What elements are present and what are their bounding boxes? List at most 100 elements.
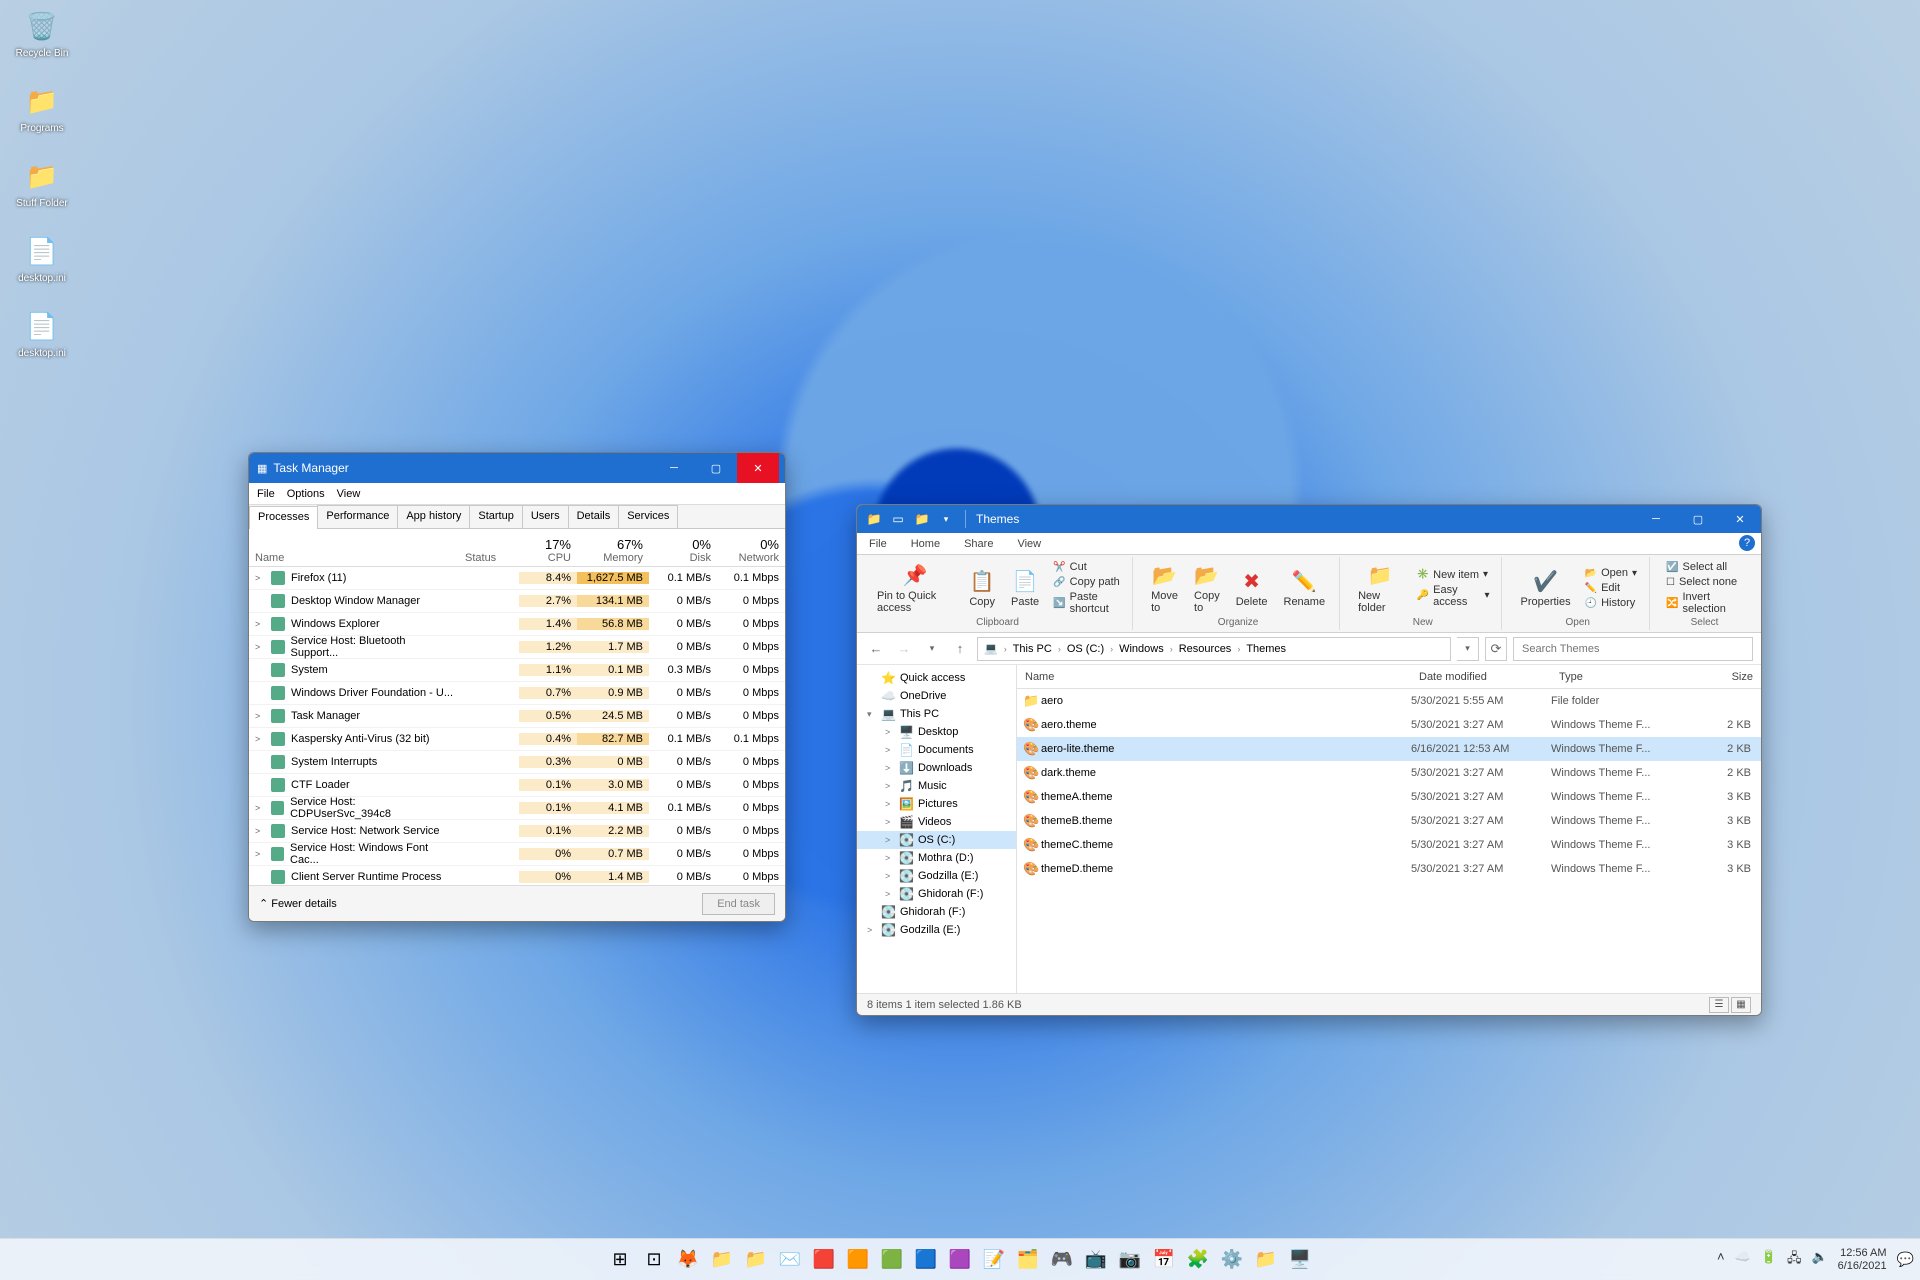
tray-icon-2[interactable]: 🔋	[1761, 1249, 1777, 1271]
taskbar-app-7[interactable]: 🟧	[843, 1245, 873, 1275]
cut-button[interactable]: ✂️ Cut	[1049, 560, 1124, 574]
taskbar-app-15[interactable]: 📷	[1115, 1245, 1145, 1275]
file-row[interactable]: 🎨 themeB.theme 5/30/2021 3:27 AM Windows…	[1017, 809, 1761, 833]
tree-item[interactable]: > 💽 Mothra (D:)	[857, 849, 1016, 867]
copy-path-button[interactable]: 🔗 Copy path	[1049, 575, 1124, 589]
file-row[interactable]: 🎨 themeD.theme 5/30/2021 3:27 AM Windows…	[1017, 857, 1761, 881]
nav-recent-dropdown[interactable]: ▾	[921, 638, 943, 660]
process-row[interactable]: Windows Driver Foundation - U... 0.7% 0.…	[249, 682, 785, 705]
tree-expand-icon[interactable]: >	[885, 889, 895, 899]
ribbon-tab-view[interactable]: View	[1005, 534, 1053, 554]
minimize-button[interactable]: ─	[1635, 504, 1677, 534]
process-row[interactable]: Client Server Runtime Process 0% 1.4 MB …	[249, 866, 785, 885]
tree-item[interactable]: > 💽 Ghidorah (F:)	[857, 885, 1016, 903]
process-row[interactable]: > Windows Explorer 1.4% 56.8 MB 0 MB/s 0…	[249, 613, 785, 636]
process-row[interactable]: > Service Host: Network Service 0.1% 2.2…	[249, 820, 785, 843]
tree-expand-icon[interactable]: >	[885, 817, 895, 827]
taskbar-app-20[interactable]: 🖥️	[1285, 1245, 1315, 1275]
select-none-button[interactable]: ☐ Select none	[1662, 575, 1747, 589]
taskbar-app-19[interactable]: 📁	[1251, 1245, 1281, 1275]
tree-item[interactable]: > 🎬 Videos	[857, 813, 1016, 831]
qat-dropdown-icon[interactable]: ▾	[937, 510, 955, 528]
open-button[interactable]: 📂 Open ▾	[1581, 566, 1641, 580]
taskbar-app-16[interactable]: 📅	[1149, 1245, 1179, 1275]
menu-item-file[interactable]: File	[257, 488, 275, 500]
taskbar-app-5[interactable]: ✉️	[775, 1245, 805, 1275]
new-folder-button[interactable]: 📁New folder	[1352, 561, 1409, 616]
close-button[interactable]: ✕	[737, 453, 779, 483]
view-details-button[interactable]: ☰	[1709, 997, 1729, 1013]
tree-item[interactable]: ☁️ OneDrive	[857, 687, 1016, 705]
tree-expand-icon[interactable]: ▾	[867, 709, 877, 720]
taskbar-app-14[interactable]: 📺	[1081, 1245, 1111, 1275]
process-row[interactable]: CTF Loader 0.1% 3.0 MB 0 MB/s 0 Mbps	[249, 774, 785, 797]
menu-item-options[interactable]: Options	[287, 488, 325, 500]
process-row[interactable]: Desktop Window Manager 2.7% 134.1 MB 0 M…	[249, 590, 785, 613]
header-name[interactable]: Name	[1017, 671, 1411, 683]
tray-icon-4[interactable]: 🔈	[1811, 1249, 1827, 1271]
header-size[interactable]: Size	[1681, 671, 1761, 683]
view-icons-button[interactable]: ▦	[1731, 997, 1751, 1013]
taskbar-clock[interactable]: 12:56 AM 6/16/2021	[1838, 1247, 1887, 1272]
tree-expand-icon[interactable]: >	[885, 745, 895, 755]
tree-item[interactable]: > 🎵 Music	[857, 777, 1016, 795]
end-task-button[interactable]: End task	[702, 893, 775, 915]
taskbar-app-6[interactable]: 🟥	[809, 1245, 839, 1275]
taskbar-app-11[interactable]: 📝	[979, 1245, 1009, 1275]
file-row[interactable]: 🎨 themeC.theme 5/30/2021 3:27 AM Windows…	[1017, 833, 1761, 857]
tree-expand-icon[interactable]: >	[885, 799, 895, 809]
ribbon-tab-home[interactable]: Home	[899, 534, 952, 554]
file-row[interactable]: 🎨 dark.theme 5/30/2021 3:27 AM Windows T…	[1017, 761, 1761, 785]
column-status[interactable]: Status	[459, 550, 519, 566]
tab-startup[interactable]: Startup	[469, 505, 522, 528]
taskbar-app-8[interactable]: 🟩	[877, 1245, 907, 1275]
fewer-details-link[interactable]: ⌃ Fewer details	[259, 897, 337, 910]
search-input[interactable]	[1513, 637, 1753, 661]
taskbar-app-18[interactable]: ⚙️	[1217, 1245, 1247, 1275]
header-type[interactable]: Type	[1551, 671, 1681, 683]
pin-quick-access-button[interactable]: 📌Pin to Quick access	[871, 561, 959, 616]
expand-icon[interactable]: >	[255, 711, 265, 721]
expand-icon[interactable]: >	[255, 573, 265, 583]
tree-item[interactable]: > 🖼️ Pictures	[857, 795, 1016, 813]
select-all-button[interactable]: ☑️ Select all	[1662, 560, 1747, 574]
delete-button[interactable]: ✖Delete	[1230, 567, 1274, 610]
tree-item[interactable]: > 💽 Godzilla (E:)	[857, 867, 1016, 885]
file-row[interactable]: 🎨 aero.theme 5/30/2021 3:27 AM Windows T…	[1017, 713, 1761, 737]
tray-icon-3[interactable]: 🖧	[1787, 1249, 1802, 1271]
copy-button[interactable]: 📋Copy	[963, 567, 1001, 610]
column-network[interactable]: 0%Network	[717, 535, 785, 566]
paste-button[interactable]: 📄Paste	[1005, 567, 1045, 610]
breadcrumb[interactable]: 💻 ›This PC›OS (C:)›Windows›Resources›The…	[977, 637, 1451, 661]
taskbar-app-9[interactable]: 🟦	[911, 1245, 941, 1275]
header-date[interactable]: Date modified	[1411, 671, 1551, 683]
tree-expand-icon[interactable]: >	[885, 781, 895, 791]
tree-item[interactable]: ▾ 💻 This PC	[857, 705, 1016, 723]
maximize-button[interactable]: ▢	[1677, 504, 1719, 534]
move-to-button[interactable]: 📂Move to	[1145, 561, 1184, 616]
file-row[interactable]: 🎨 aero-lite.theme 6/16/2021 12:53 AM Win…	[1017, 737, 1761, 761]
task-manager-process-list[interactable]: > Firefox (11) 8.4% 1,627.5 MB 0.1 MB/s …	[249, 567, 785, 885]
process-row[interactable]: > Service Host: Windows Font Cac... 0% 0…	[249, 843, 785, 866]
tree-item[interactable]: > 🖥️ Desktop	[857, 723, 1016, 741]
taskbar-app-4[interactable]: 📁	[741, 1245, 771, 1275]
easy-access-button[interactable]: 🔑 Easy access ▾	[1413, 583, 1494, 609]
crumb-3[interactable]: Resources	[1177, 643, 1234, 655]
tab-processes[interactable]: Processes	[249, 506, 318, 529]
ribbon-tab-share[interactable]: Share	[952, 534, 1005, 554]
tab-app history[interactable]: App history	[397, 505, 470, 528]
taskbar-app-0[interactable]: ⊞	[605, 1245, 635, 1275]
expand-icon[interactable]: >	[255, 849, 265, 859]
crumb-0[interactable]: This PC	[1011, 643, 1054, 655]
tab-services[interactable]: Services	[618, 505, 678, 528]
process-row[interactable]: > Kaspersky Anti-Virus (32 bit) 0.4% 82.…	[249, 728, 785, 751]
tree-expand-icon[interactable]: >	[885, 835, 895, 845]
tree-item[interactable]: > 💽 OS (C:)	[857, 831, 1016, 849]
file-row[interactable]: 🎨 themeA.theme 5/30/2021 3:27 AM Windows…	[1017, 785, 1761, 809]
taskbar-app-17[interactable]: 🧩	[1183, 1245, 1213, 1275]
expand-icon[interactable]: >	[255, 803, 265, 813]
desktop-icon-2[interactable]: 📁 Stuff Folder	[6, 156, 78, 209]
new-item-button[interactable]: ✳️ New item ▾	[1413, 568, 1494, 582]
tray-icon-0[interactable]: ˄	[1717, 1249, 1725, 1271]
tree-item[interactable]: > ⬇️ Downloads	[857, 759, 1016, 777]
